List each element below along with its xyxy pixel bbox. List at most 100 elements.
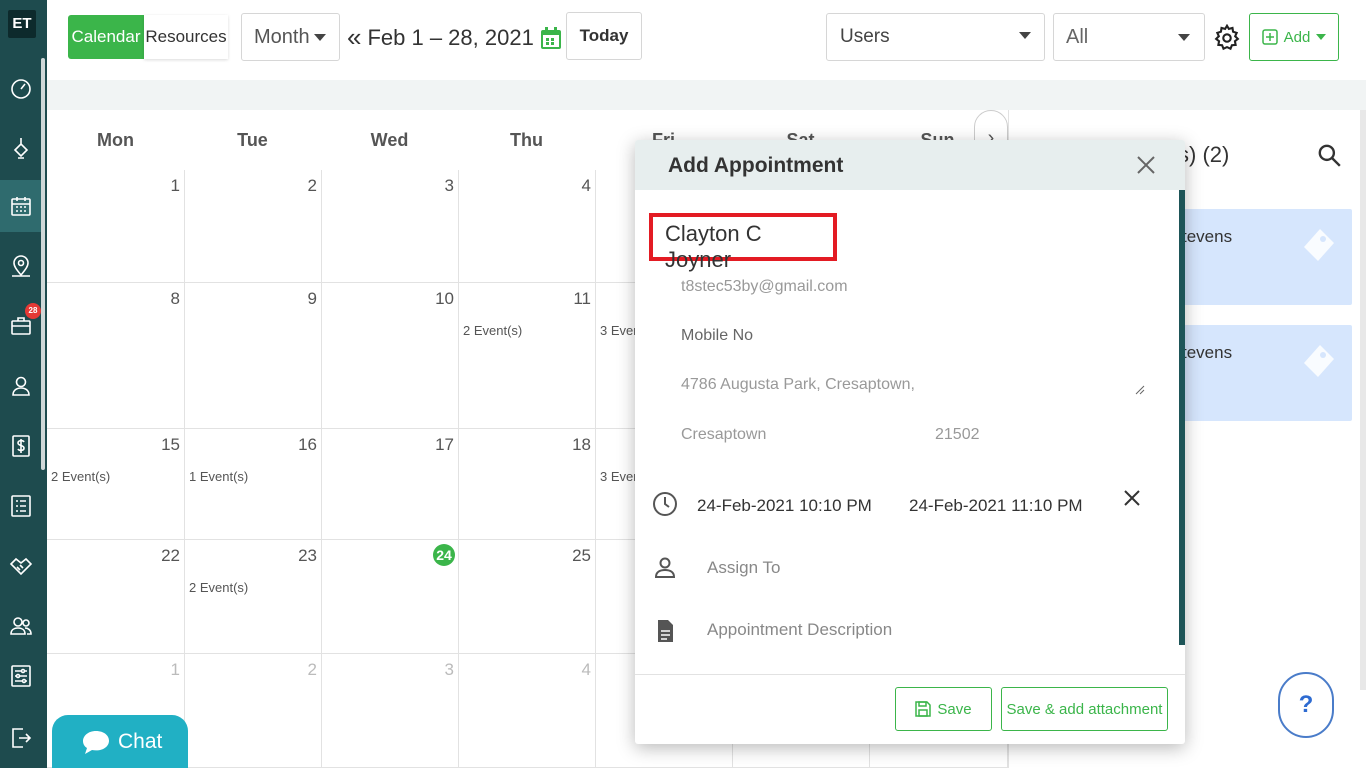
sidebar-item-deals[interactable] [0,540,41,592]
add-button[interactable]: Add [1249,13,1339,61]
day-cell[interactable]: 2 [185,170,322,283]
event-count-link[interactable]: 2 Event(s) [463,323,522,338]
save-button[interactable]: Save [895,687,992,731]
address-field[interactable]: 4786 Augusta Park, Cresaptown, [681,376,915,394]
event-card[interactable]: tevens [1180,325,1352,421]
event-count-link[interactable]: 2 Event(s) [189,580,248,595]
gear-icon[interactable] [1213,24,1241,52]
start-datetime-field[interactable]: 24-Feb-2021 10:10 PM [697,496,872,516]
client-name-field[interactable]: Clayton C Joyner [649,213,837,272]
sidebar: ET 28 [0,0,47,768]
day-cell-today[interactable]: 24 [322,540,459,654]
help-button[interactable]: ? [1278,672,1334,738]
assign-to-field[interactable]: Assign To [707,558,780,578]
users-filter-select[interactable]: Users [826,13,1045,61]
user-icon [11,376,30,396]
textarea-resize-handle[interactable] [1135,385,1145,395]
sidebar-item-customers[interactable] [0,360,41,412]
jobs-count-badge: 28 [25,303,41,319]
close-icon[interactable] [1135,154,1157,176]
day-cell[interactable]: 4 [459,654,596,768]
description-field[interactable]: Appointment Description [707,620,892,640]
day-number: 8 [170,289,180,308]
sidebar-item-team[interactable] [0,600,41,652]
day-cell[interactable]: 22 [47,540,185,654]
event-card-name: tevens [1182,227,1233,246]
day-header-thu: Thu [510,130,543,150]
save-and-add-attachment-button[interactable]: Save & add attachment [1001,687,1168,731]
sidebar-item-pen[interactable] [0,122,41,174]
day-cell[interactable]: 3 [322,654,459,768]
day-cell[interactable]: 3 [322,170,459,283]
dialog-scrollbar[interactable] [1179,190,1185,645]
day-number: 25 [572,546,591,565]
day-cell[interactable]: 1 [47,170,185,283]
clear-datetime-icon[interactable] [1122,488,1142,508]
resources-view-toggle[interactable]: Resources [144,15,228,59]
day-cell[interactable]: 25 [459,540,596,654]
dialog-footer-divider [635,674,1185,675]
day-number: 16 [298,435,317,454]
add-appointment-dialog: Add Appointment Clayton C Joyner t8stec5… [635,140,1185,744]
chevron-down-icon [1316,34,1327,40]
day-number: 3 [444,176,454,195]
zip-field[interactable]: 21502 [935,426,980,444]
day-number: 23 [298,546,317,565]
dollar-icon [11,435,30,457]
view-mode-value: Month [254,25,310,48]
sidebar-scrollbar[interactable] [41,58,45,470]
sidebar-item-list[interactable] [0,480,41,532]
save-button-label: Save [937,700,972,718]
pen-tool-icon [13,138,28,159]
day-cell[interactable]: 15 2 Event(s) [47,429,185,540]
day-cell[interactable]: 8 [47,283,185,429]
sidebar-item-settings[interactable] [0,650,41,702]
panel-scrollbar[interactable] [1360,110,1366,690]
add-button-label: Add [1283,28,1311,46]
mobile-field[interactable]: Mobile No [681,327,753,345]
day-number: 22 [161,546,180,565]
day-header-wed: Wed [370,130,409,150]
sidebar-item-logout[interactable] [0,712,41,764]
document-icon [658,620,673,642]
search-icon[interactable] [1316,142,1342,168]
email-field[interactable]: t8stec53by@gmail.com [681,278,848,296]
sidebar-item-map[interactable] [0,240,41,292]
day-cell[interactable]: 9 [185,283,322,429]
dashboard-icon [10,79,31,99]
view-mode-select[interactable]: Month [241,13,340,61]
chat-button-label: Chat [118,729,163,753]
day-cell[interactable]: 18 [459,429,596,540]
day-cell[interactable]: 23 2 Event(s) [185,540,322,654]
chat-button[interactable]: Chat [52,715,188,768]
calendar-picker-icon[interactable] [540,26,562,50]
day-cell[interactable]: 11 2 Event(s) [459,283,596,429]
tag-icon [1304,345,1334,377]
app-logo[interactable]: ET [8,10,36,38]
end-datetime-field[interactable]: 24-Feb-2021 11:10 PM [909,496,1083,516]
calendar-subheader-bar [47,80,1366,110]
day-number: 10 [435,289,454,308]
all-filter-select[interactable]: All [1053,13,1205,61]
city-field[interactable]: Cresaptown [681,426,766,444]
day-cell[interactable]: 4 [459,170,596,283]
day-number: 4 [581,660,591,679]
day-number: 11 [573,289,591,308]
calendar-icon [10,197,31,216]
dialog-title: Add Appointment [668,154,844,177]
sidebar-item-dashboard[interactable] [0,62,41,114]
day-number: 4 [581,176,591,195]
day-cell[interactable]: 17 [322,429,459,540]
day-cell[interactable]: 16 1 Event(s) [185,429,322,540]
sidebar-item-calendar[interactable] [0,180,41,232]
day-number: 15 [161,435,180,454]
today-button[interactable]: Today [566,12,642,60]
event-count-link[interactable]: 1 Event(s) [189,469,248,484]
calendar-view-toggle[interactable]: Calendar [68,15,144,59]
event-count-link[interactable]: 2 Event(s) [51,469,110,484]
day-cell[interactable]: 2 [185,654,322,768]
prev-range-button[interactable]: « [347,22,361,53]
event-card[interactable]: tevens [1180,209,1352,305]
day-cell[interactable]: 10 [322,283,459,429]
sidebar-item-billing[interactable] [0,420,41,472]
